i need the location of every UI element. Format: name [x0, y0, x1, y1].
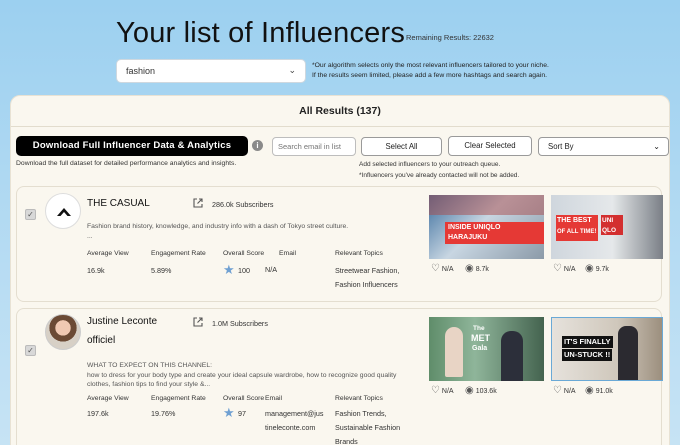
likes-stat: ♡ N/A	[553, 385, 576, 396]
topic-item: Sustainable Fashion	[335, 423, 401, 432]
engagement-rate-value: 5.89%	[151, 266, 172, 275]
video-thumbnail[interactable]: THE BEST OF ALL TIME! UNI QLO	[551, 195, 663, 259]
eye-icon: ◉	[585, 385, 594, 396]
topic-item: Fashion Influencers	[335, 280, 398, 289]
email-value-cont[interactable]: tineleconte.com	[265, 422, 315, 434]
topic-item: Fashion Trends,	[335, 409, 387, 418]
brand-logo-icon	[57, 208, 71, 216]
relevant-topics-label: Relevant Topics	[335, 250, 383, 257]
avatar	[45, 193, 81, 229]
clear-selected-button[interactable]: Clear Selected	[448, 136, 532, 156]
influencer-name: THE CASUAL	[87, 198, 150, 209]
video-thumbnail[interactable]: The MET Gala	[429, 317, 544, 381]
likes-stat: ♡ N/A	[431, 385, 454, 396]
overall-score-value: 100	[238, 266, 250, 275]
video-thumbnail[interactable]: IT'S FINALLY UN-STUCK !!	[551, 317, 663, 381]
subscriber-count: 286.0k Subscribers	[212, 200, 274, 209]
chevron-down-icon: ⌄	[653, 142, 660, 151]
views-stat: ◉ 103.6k	[465, 385, 497, 396]
download-note: Download the full dataset for detailed p…	[16, 160, 237, 167]
email-label: Email	[265, 395, 282, 402]
divider	[11, 126, 669, 127]
views-stat: ◉ 8.7k	[465, 263, 489, 274]
overall-score-value: 97	[238, 409, 246, 418]
outreach-note: Add selected influencers to your outreac…	[359, 161, 520, 179]
topic-select-value: fashion	[126, 66, 156, 76]
select-checkbox[interactable]: ✓	[25, 209, 36, 220]
likes-stat: ♡ N/A	[431, 263, 454, 274]
average-view-value: 16.9k	[87, 266, 105, 275]
info-icon[interactable]: i	[252, 140, 263, 151]
subscriber-count: 1.0M Subscribers	[212, 319, 268, 328]
external-link-icon[interactable]	[192, 316, 204, 328]
influencer-description: Fashion brand history, knowledge, and in…	[87, 223, 349, 240]
sort-by-select[interactable]: Sort By ⌄	[538, 137, 669, 156]
email-value: N/A	[265, 265, 277, 274]
overall-score-label: Overall Score	[223, 395, 265, 402]
chevron-down-icon: ⌄	[288, 65, 296, 75]
avatar	[45, 314, 81, 350]
eye-icon: ◉	[465, 385, 474, 396]
influencer-description: WHAT TO EXPECT ON THIS CHANNEL: how to d…	[87, 362, 397, 388]
engagement-rate-label: Engagement Rate	[151, 395, 206, 402]
influencer-card: ✓ Justine Leconte officiel 1.0M Subscrib…	[16, 308, 663, 445]
average-view-label: Average View	[87, 250, 129, 257]
average-view-label: Average View	[87, 395, 129, 402]
heart-icon: ♡	[553, 263, 562, 274]
search-email-input[interactable]	[272, 137, 356, 156]
eye-icon: ◉	[465, 263, 474, 274]
heart-icon: ♡	[431, 263, 440, 274]
topic-item: Streetwear Fashion,	[335, 266, 400, 275]
external-link-icon[interactable]	[192, 197, 204, 209]
views-stat: ◉ 9.7k	[585, 263, 609, 274]
influencer-name: Justine Leconte	[87, 316, 158, 327]
relevant-topics-label: Relevant Topics	[335, 395, 383, 402]
views-stat: ◉ 91.0k	[585, 385, 613, 396]
topic-item: Brands	[335, 437, 358, 445]
remaining-results: Remaining Results: 22632	[406, 33, 494, 42]
all-results-title: All Results (137)	[299, 105, 381, 117]
results-panel: All Results (137) Download Full Influenc…	[10, 95, 670, 445]
topic-select[interactable]: fashion ⌄	[116, 59, 306, 83]
influencer-card: ✓ THE CASUAL 286.0k Subscribers Fashion …	[16, 186, 663, 302]
engagement-rate-label: Engagement Rate	[151, 250, 206, 257]
average-view-value: 197.6k	[87, 409, 109, 418]
algorithm-note: *Our algorithm selects only the most rel…	[312, 62, 549, 79]
influencer-name-cont: officiel	[87, 335, 116, 346]
select-all-button[interactable]: Select All	[361, 137, 442, 156]
engagement-rate-value: 19.76%	[151, 409, 176, 418]
overall-score-label: Overall Score	[223, 250, 265, 257]
select-checkbox[interactable]: ✓	[25, 345, 36, 356]
video-thumbnail[interactable]: INSIDE UNIQLO HARAJUKU	[429, 195, 544, 259]
heart-icon: ♡	[553, 385, 562, 396]
eye-icon: ◉	[585, 263, 594, 274]
likes-stat: ♡ N/A	[553, 263, 576, 274]
page-title: Your list of Influencers	[116, 17, 406, 49]
star-icon: ★	[223, 405, 235, 420]
heart-icon: ♡	[431, 385, 440, 396]
download-data-button[interactable]: Download Full Influencer Data & Analytic…	[16, 136, 248, 156]
email-value[interactable]: management@jus	[265, 408, 323, 420]
star-icon: ★	[223, 262, 235, 277]
email-label: Email	[279, 250, 296, 257]
